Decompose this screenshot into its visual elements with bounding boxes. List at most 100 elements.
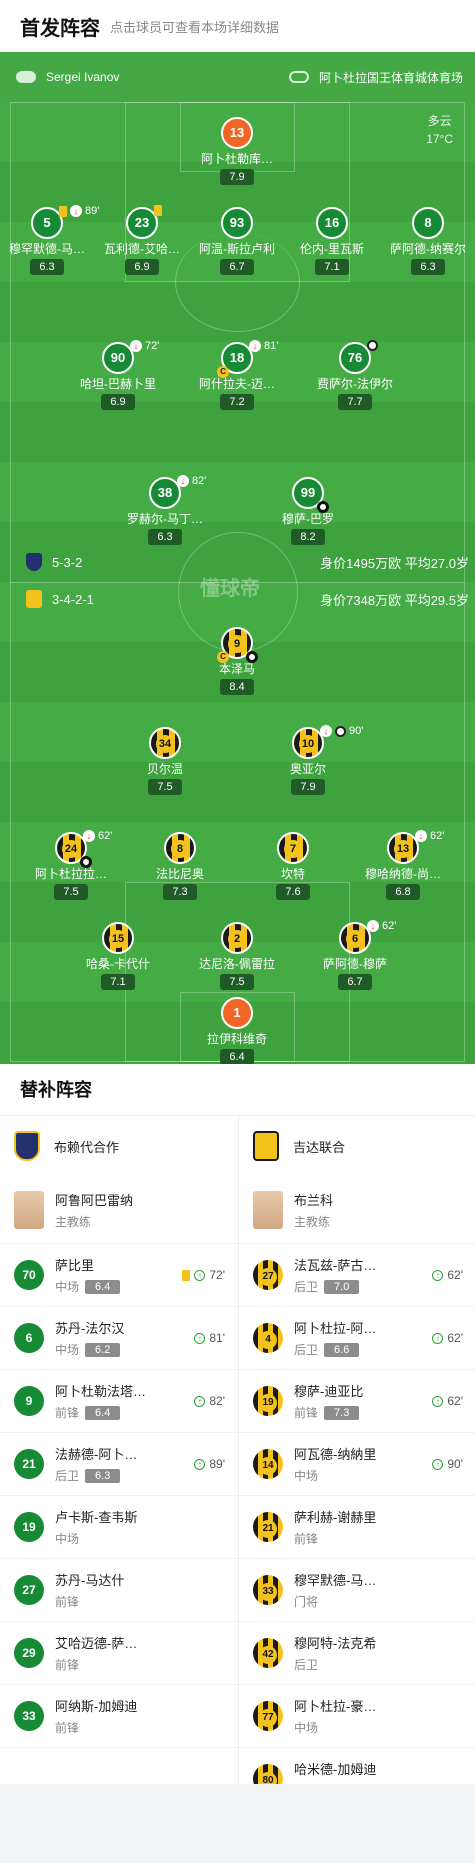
coach-role: 主教练	[55, 1214, 92, 1229]
player-number-badge: 16	[316, 207, 348, 239]
player-rating: 7.1	[315, 259, 349, 275]
sub-position: 后卫	[294, 1343, 319, 1357]
sub-minute: 90'	[447, 1457, 463, 1471]
player-number-badge: 93	[221, 207, 253, 239]
away-player-10[interactable]: 10 ↓ 90' 奥亚尔 7.9	[238, 725, 378, 795]
sub-player-row[interactable]: 42 穆阿特-法克希 后卫	[239, 1622, 475, 1685]
sub-off-icon: ↓	[249, 340, 261, 352]
player-number-badge: 2	[221, 922, 253, 954]
sub-on-icon: ↑	[194, 1269, 206, 1281]
sub-player-row[interactable]: 4 阿卜杜拉-阿… 后卫 6.6 ↑ 62'	[239, 1307, 475, 1370]
sub-player-row[interactable]: 29 艾哈迈德-萨… 前锋	[0, 1622, 237, 1685]
player-rating: 7.3	[163, 884, 197, 900]
away-value-info: 身价7348万欧 平均29.5岁	[320, 592, 469, 608]
home-player-38[interactable]: 38 ↓ 82' 罗赫尔-马丁… 6.3	[95, 475, 235, 545]
sub-number: 33	[22, 1709, 36, 1723]
sub-number: 21	[22, 1457, 36, 1471]
sub-position: 前锋	[55, 1658, 80, 1672]
player-number-badge: 1	[221, 997, 253, 1029]
sub-player-row[interactable]: 77 阿卜杜拉-豪… 中场	[239, 1685, 475, 1748]
header: 首发阵容 点击球员可查看本场详细数据	[0, 0, 475, 52]
player-rating: 6.7	[338, 974, 372, 990]
weather-text: 多云	[427, 114, 452, 128]
away-team-header[interactable]: 吉达联合	[239, 1116, 475, 1176]
player-rating: 7.9	[220, 169, 254, 185]
sub-player-row[interactable]: 19 卢卡斯-查韦斯 中场	[0, 1496, 237, 1559]
player-name: 奥亚尔	[289, 762, 326, 776]
away-player-34[interactable]: 34 贝尔温 7.5	[95, 727, 235, 795]
sub-minute: 89'	[209, 1457, 225, 1471]
player-number-badge: 15	[102, 922, 134, 954]
player-name: 萨阿德-穆萨	[323, 957, 387, 971]
player-rating: 7.7	[338, 394, 372, 410]
player-name: 穆哈纳德-尚…	[365, 867, 441, 881]
sub-minute: 81'	[264, 340, 279, 352]
sub-event: ↑ 62'	[432, 1394, 463, 1408]
player-name: 穆萨-巴罗	[282, 512, 334, 526]
away-subs-column: 吉达联合 布兰科 主教练 27 法瓦兹-萨古… 后卫 7.0 ↑ 62' 4 阿卜杜拉-阿… 后…	[238, 1116, 475, 1811]
stadium-icon	[288, 71, 309, 83]
coach-name: 布兰科	[294, 1192, 334, 1208]
sub-player-row[interactable]: 27 苏丹-马达什 前锋	[0, 1559, 237, 1622]
away-player-6[interactable]: 6 ↓ 62' 萨阿德-穆萨 6.7	[285, 920, 425, 990]
sub-name: 法赫德-阿卜…	[55, 1447, 138, 1462]
sub-position: 后卫	[294, 1658, 319, 1672]
away-formation: 3-4-2-1	[52, 591, 94, 607]
player-number: 16	[324, 215, 340, 230]
player-events	[367, 340, 381, 351]
player-name: 萨阿德-纳赛尔	[390, 242, 466, 256]
sub-number-badge: 42	[253, 1638, 283, 1668]
sub-name: 卢卡斯-查韦斯	[55, 1510, 138, 1525]
home-player-13[interactable]: 13 阿卜杜勒库… 7.9	[167, 117, 307, 185]
home-team-header[interactable]: 布赖代合作	[0, 1116, 237, 1176]
away-team-logo-icon	[26, 590, 42, 608]
home-coach[interactable]: 阿鲁阿巴雷纳 主教练	[0, 1176, 237, 1244]
away-player-9[interactable]: 9 C 本泽马 8.4	[167, 627, 307, 695]
away-coach[interactable]: 布兰科 主教练	[239, 1176, 475, 1244]
player-events: ↓ 62'	[367, 920, 396, 932]
sub-on-icon: ↑	[432, 1395, 444, 1407]
sub-name: 阿卜杜拉-阿…	[294, 1321, 377, 1336]
player-events: ↓ 90'	[320, 725, 363, 737]
sub-number-badge: 33	[253, 1575, 283, 1605]
sub-player-row[interactable]: 9 阿卜杜勒法塔… 前锋 6.4 ↑ 82'	[0, 1370, 237, 1433]
sub-on-icon: ↑	[194, 1395, 206, 1407]
player-name: 费萨尔-法伊尔	[317, 377, 393, 391]
sub-off-icon: ↓	[367, 920, 379, 932]
sub-player-row[interactable]: 6 苏丹-法尔汉 中场 6.2 ↑ 81'	[0, 1307, 237, 1370]
sub-player-row[interactable]: 70 萨比里 中场 6.4 ↑ 72'	[0, 1244, 237, 1307]
away-team-row: 3-4-2-1 身价7348万欧 平均29.5岁	[0, 584, 475, 614]
away-player-1[interactable]: 1 拉伊科维奇 6.4	[167, 997, 307, 1064]
sub-player-row[interactable]: 33 阿纳斯-加姆迪 前锋	[0, 1685, 237, 1748]
sub-on-icon: ↑	[432, 1332, 444, 1344]
sub-off-icon: ↓	[177, 475, 189, 487]
home-player-99[interactable]: 99 穆萨-巴罗 8.2	[238, 477, 378, 545]
player-number: 13	[229, 125, 245, 140]
player-number-badge: 8	[412, 207, 444, 239]
away-player-13[interactable]: 13 ↓ 62' 穆哈纳德-尚… 6.8	[333, 830, 473, 900]
sub-number-badge: 19	[14, 1512, 44, 1542]
sub-number-badge: 77	[253, 1701, 283, 1731]
home-player-8[interactable]: 8 萨阿德-纳赛尔 6.3	[358, 207, 475, 275]
player-number: 6	[346, 930, 364, 948]
home-player-76[interactable]: 76 费萨尔-法伊尔 7.7	[285, 340, 425, 410]
sub-off-icon: ↓	[415, 830, 427, 842]
sub-player-row[interactable]: 33 穆罕默德-马… 门将	[239, 1559, 475, 1622]
sub-player-row[interactable]: 14 阿瓦德-纳納里 中场 ↑ 90'	[239, 1433, 475, 1496]
sub-rating: 6.2	[85, 1342, 121, 1357]
sub-name: 萨利赫-谢赫里	[294, 1510, 377, 1525]
player-number: 7	[284, 840, 302, 858]
player-rating: 6.9	[101, 394, 135, 410]
sub-player-row[interactable]: 21 萨利赫-谢赫里 前锋	[239, 1496, 475, 1559]
sub-name: 阿卜杜勒法塔…	[55, 1384, 147, 1399]
coach-role: 主教练	[294, 1214, 331, 1229]
yellow-card-icon	[59, 205, 67, 217]
player-rating: 7.1	[101, 974, 135, 990]
sub-number-badge: 70	[14, 1260, 44, 1290]
sub-number: 29	[22, 1646, 36, 1660]
sub-minute: 72'	[209, 1268, 225, 1282]
sub-player-row[interactable]: 19 穆萨-迪亚比 前锋 7.3 ↑ 62'	[239, 1370, 475, 1433]
sub-player-row[interactable]: 27 法瓦兹-萨古… 后卫 7.0 ↑ 62'	[239, 1244, 475, 1307]
sub-player-row[interactable]: 21 法赫德-阿卜… 后卫 6.3 ↑ 89'	[0, 1433, 237, 1496]
player-events: ↓ 81'	[249, 340, 278, 352]
